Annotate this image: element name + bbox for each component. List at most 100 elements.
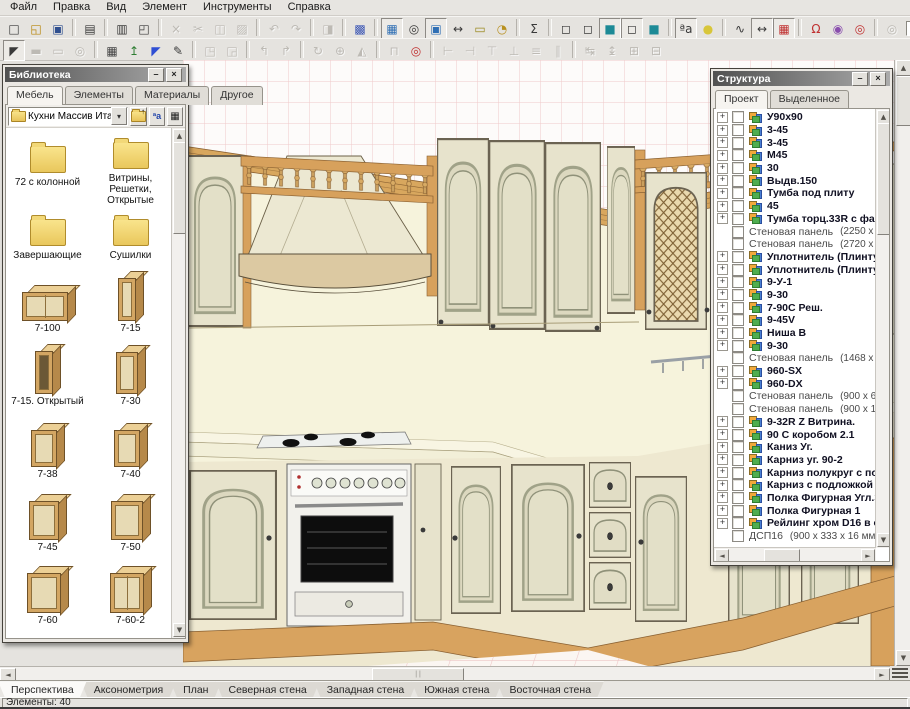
checkbox[interactable] xyxy=(732,403,744,415)
structure-tree-item[interactable]: 3-45 xyxy=(717,136,876,149)
structure-tree-item[interactable]: Карниз полукруг с полоз xyxy=(717,466,876,479)
chevron-down-icon[interactable]: ▾ xyxy=(111,107,127,125)
library-tab[interactable]: Мебель xyxy=(7,86,63,105)
expand-plus-icon[interactable] xyxy=(717,480,728,491)
checkbox[interactable] xyxy=(732,226,744,238)
expand-plus-icon[interactable] xyxy=(717,442,728,453)
delete-button[interactable]: × xyxy=(165,18,187,39)
open-file-button[interactable]: ◱ xyxy=(25,18,47,39)
view-tab[interactable]: Перспектива xyxy=(0,681,87,698)
close-icon[interactable]: × xyxy=(166,68,182,82)
select-tool-button[interactable]: ◤ xyxy=(3,40,25,61)
structure-panel-titlebar[interactable]: Структура – × xyxy=(713,71,890,86)
menu-item[interactable]: Справка xyxy=(280,0,339,14)
checkbox[interactable] xyxy=(732,365,744,377)
horizontal-scrollbar[interactable]: ◄ ► xyxy=(0,666,890,681)
checkbox[interactable] xyxy=(732,429,744,441)
library-item[interactable]: 7-100 xyxy=(6,279,89,352)
draw-pencil-button[interactable]: ✎ xyxy=(167,40,189,61)
checkbox[interactable] xyxy=(732,314,744,326)
library-panel-titlebar[interactable]: Библиотека – × xyxy=(5,67,186,82)
print-button[interactable]: ▥ xyxy=(111,18,133,39)
fit-width-button[interactable]: ⊞ xyxy=(623,40,645,61)
library-scrollbar[interactable]: ▲ ▼ xyxy=(171,128,185,638)
structure-tree-item[interactable]: 30 xyxy=(717,162,876,175)
expand-plus-icon[interactable] xyxy=(717,188,728,199)
library-tab[interactable]: Материалы xyxy=(135,86,209,105)
library-item[interactable]: Витрины, Решетки, Открытые xyxy=(89,133,172,206)
ungroup-button[interactable]: ◲ xyxy=(221,40,243,61)
view-outline-button[interactable]: ◻ xyxy=(621,18,643,39)
expand-plus-icon[interactable] xyxy=(717,277,728,288)
structure-tree-item[interactable]: Уплотнитель (Плинтус) xyxy=(717,251,876,264)
menu-item[interactable]: Правка xyxy=(45,0,98,14)
vertical-scroll-thumb[interactable] xyxy=(896,76,910,126)
checkbox[interactable] xyxy=(732,454,744,466)
zoom-value-input[interactable] xyxy=(906,21,910,36)
view-hidden-line-button[interactable]: ◻ xyxy=(577,18,599,39)
distribute-h-button[interactable]: ↹ xyxy=(579,40,601,61)
scroll-down-icon[interactable]: ▼ xyxy=(877,533,890,547)
checkbox[interactable] xyxy=(732,302,744,314)
expand-plus-icon[interactable] xyxy=(717,213,728,224)
checkbox[interactable] xyxy=(732,276,744,288)
checkbox[interactable] xyxy=(732,390,744,402)
fit-height-button[interactable]: ⊟ xyxy=(645,40,667,61)
menu-item[interactable]: Элемент xyxy=(134,0,195,14)
toggle-dimensions-panel-button[interactable]: ↔ xyxy=(447,18,469,39)
align-center-v-button[interactable]: ∥ xyxy=(547,40,569,61)
structure-tree-item[interactable]: Стеновая панель (2250 х 600 xyxy=(717,225,876,238)
structure-tree-item[interactable]: 9-32R Z Витрина. xyxy=(717,416,876,429)
new-file-button[interactable]: □ xyxy=(3,18,25,39)
scroll-up-icon[interactable]: ▲ xyxy=(173,129,186,143)
structure-tree-item[interactable]: 45 xyxy=(717,200,876,213)
center-element-button[interactable]: ◎ xyxy=(405,40,427,61)
checkbox[interactable] xyxy=(732,467,744,479)
structure-tree-item[interactable]: Стеновая панель (900 х 600 х xyxy=(717,390,876,403)
expand-plus-icon[interactable] xyxy=(717,201,728,212)
structure-tree-item[interactable]: Уплотнитель (Плинтус) xyxy=(717,263,876,276)
library-scroll-thumb[interactable] xyxy=(173,142,186,234)
distribute-v-button[interactable]: ↨ xyxy=(601,40,623,61)
materials-sphere-button[interactable]: ◉ xyxy=(827,18,849,39)
structure-tree-item[interactable]: Стеновая панель (900 х 187 х xyxy=(717,403,876,416)
scroll-up-icon[interactable]: ▲ xyxy=(896,60,910,76)
expand-plus-icon[interactable] xyxy=(717,518,728,529)
expand-plus-icon[interactable] xyxy=(717,163,728,174)
view-tab[interactable]: Северная стена xyxy=(215,681,319,698)
structure-tree-item[interactable]: Тумба торц.33R с фас. xyxy=(717,213,876,226)
expand-plus-icon[interactable] xyxy=(717,429,728,440)
checkbox[interactable] xyxy=(732,289,744,301)
toggle-price-panel-button[interactable]: ◔ xyxy=(491,18,513,39)
zoom-in-button[interactable]: ◎ xyxy=(881,18,903,39)
view-tab[interactable]: Южная стена xyxy=(411,681,502,698)
toggle-preview-panel-button[interactable]: ◎ xyxy=(403,18,425,39)
center-view-button[interactable]: ◎ xyxy=(849,18,871,39)
checkbox[interactable] xyxy=(732,111,744,123)
checkbox[interactable] xyxy=(732,238,744,250)
expand-plus-icon[interactable] xyxy=(717,416,728,427)
structure-tree-item[interactable]: ДСП16 (900 х 333 х 16 мм) xyxy=(717,530,876,543)
checkbox[interactable] xyxy=(732,479,744,491)
expand-plus-icon[interactable] xyxy=(717,251,728,262)
checkbox[interactable] xyxy=(732,149,744,161)
sum-report-button[interactable]: Σ xyxy=(523,18,545,39)
rotate-button[interactable]: ↻ xyxy=(307,40,329,61)
checkbox[interactable] xyxy=(732,187,744,199)
align-top-button[interactable]: ⊤ xyxy=(481,40,503,61)
select-elements-button[interactable]: ◤ xyxy=(145,40,167,61)
view-tab[interactable]: Восточная стена xyxy=(497,681,605,698)
group-button[interactable]: ◳ xyxy=(199,40,221,61)
scroll-right-icon[interactable]: ► xyxy=(861,549,875,562)
library-item[interactable]: 7-50 xyxy=(89,498,172,571)
view-textured-button[interactable]: ■ xyxy=(643,18,665,39)
structure-tree-item[interactable]: 90 С коробом 2.1 xyxy=(717,428,876,441)
structure-tree-item[interactable]: Стеновая панель (1468 х 173 xyxy=(717,352,876,365)
library-item[interactable]: 7-15 xyxy=(89,279,172,352)
checkbox[interactable] xyxy=(732,200,744,212)
expand-plus-icon[interactable] xyxy=(717,137,728,148)
structure-hscroll-thumb[interactable] xyxy=(764,549,800,562)
redo-button[interactable]: ↷ xyxy=(285,18,307,39)
vertical-scrollbar[interactable]: ▲ ▼ xyxy=(894,60,910,666)
checkbox[interactable] xyxy=(732,340,744,352)
